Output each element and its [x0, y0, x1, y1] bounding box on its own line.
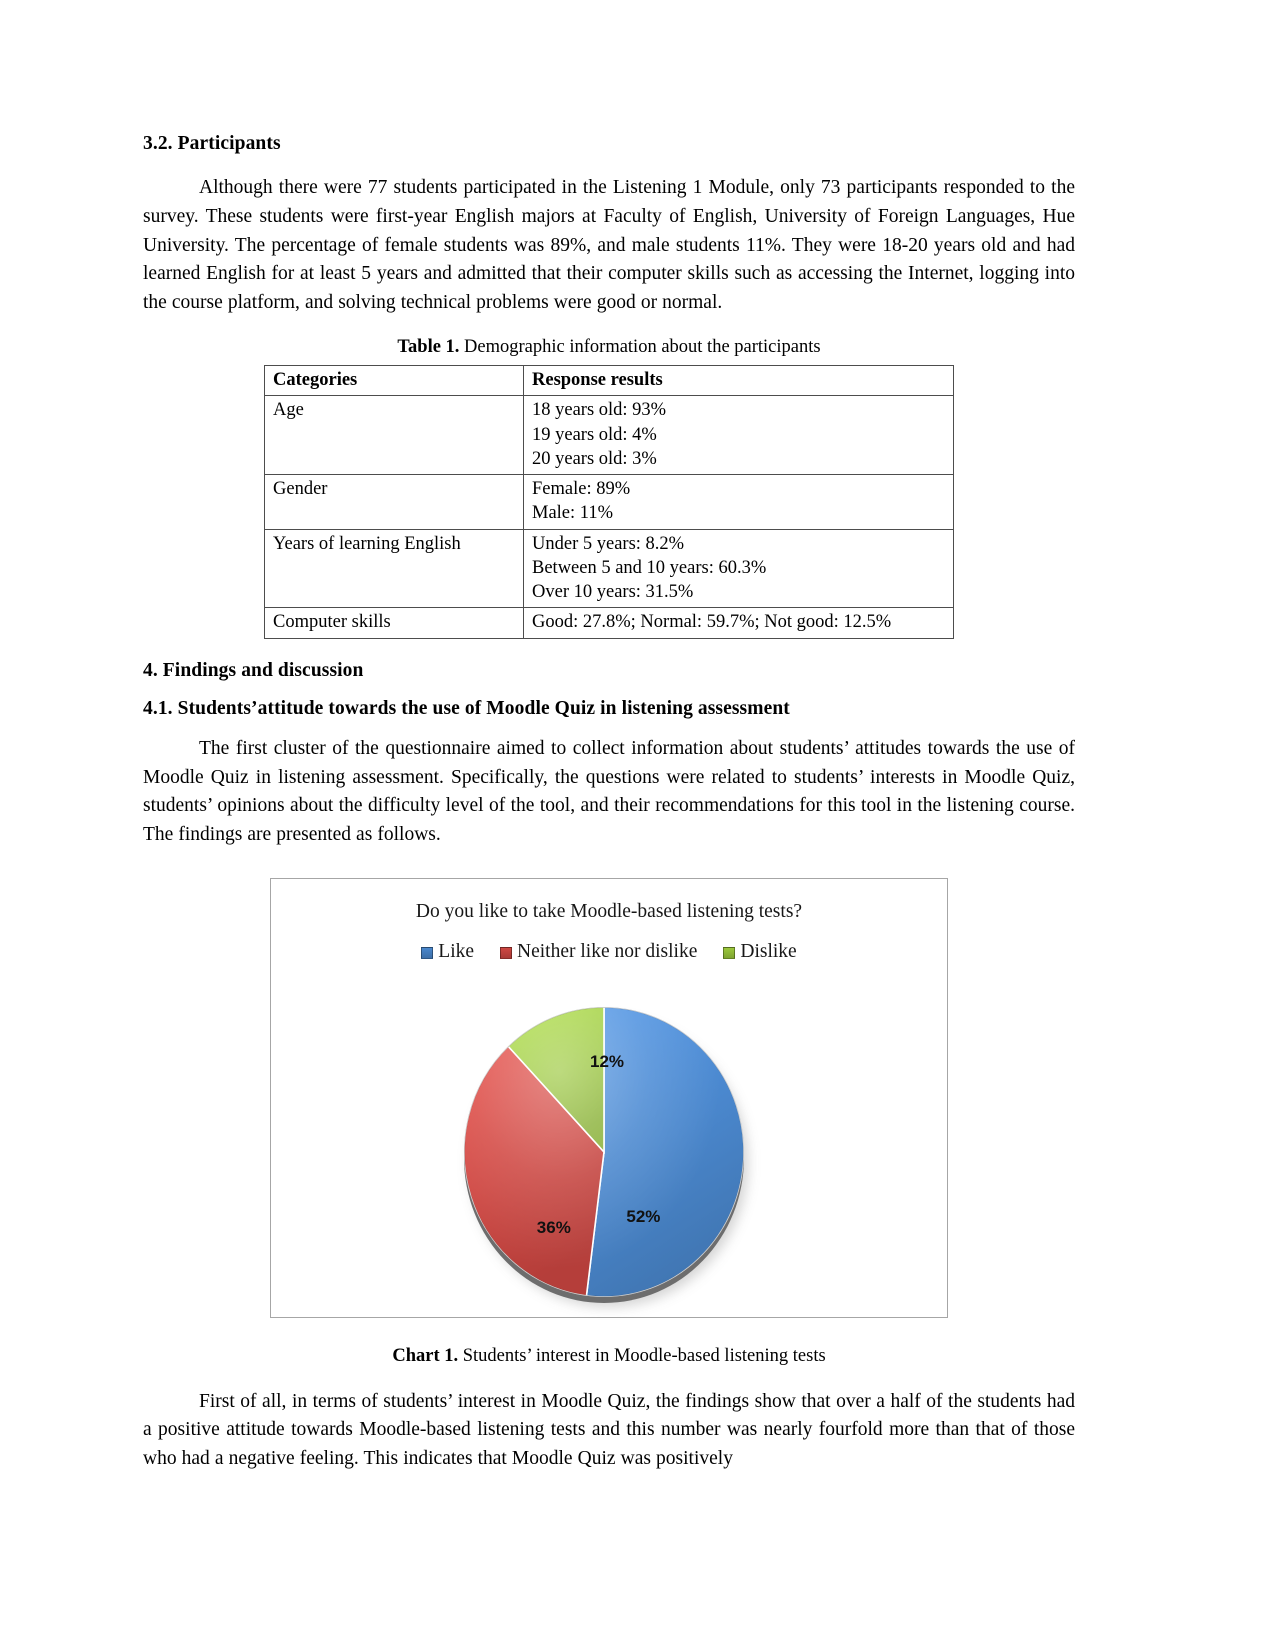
attitude-heading: 4.1. Students’attitude towards the use o… [143, 697, 790, 719]
table-body: Categories Response results Age 18 years… [264, 365, 954, 639]
chart-title: Do you like to take Moodle-based listeni… [415, 900, 803, 922]
table-cell-line: 18 years old: 93% [532, 400, 667, 421]
table-cell-values: Good: 27.8%; Normal: 59.7%; Not good: 12… [523, 607, 954, 639]
table-cell-values: Under 5 years: 8.2% Between 5 and 10 yea… [523, 528, 954, 609]
table-caption-text: Demographic information about the partic… [459, 337, 821, 358]
pie-data-label-like: 52% [626, 1206, 661, 1226]
legend-item-like: Like [421, 941, 474, 963]
closing-paragraph: First of all, in terms of students’ inte… [143, 1390, 1075, 1469]
chart-caption-text: Students’ interest in Moodle-based liste… [458, 1345, 826, 1366]
pie-slices [464, 1006, 744, 1297]
legend-label: Like [438, 940, 475, 962]
table-header-response: Response results [523, 365, 954, 397]
legend-swatch-icon [500, 946, 513, 959]
table-cell-category: Gender [264, 474, 524, 530]
page-content: 3.2. Participants Although there were 77… [143, 132, 1075, 1479]
table-cell-line: Male: 11% [532, 503, 614, 524]
chart-figure: Do you like to take Moodle-based listeni… [270, 877, 948, 1318]
table-cell-category: Computer skills [264, 607, 524, 639]
table-row: Age 18 years old: 93% 19 years old: 4% 2… [264, 395, 954, 476]
demographic-table: Categories Response results Age 18 years… [264, 365, 954, 639]
table-row: Computer skills Good: 27.8%; Normal: 59.… [264, 607, 954, 639]
findings-heading: 4. Findings and discussion [143, 659, 364, 681]
legend-label: Dislike [740, 940, 797, 962]
pie-data-label-neither: 36% [536, 1218, 571, 1238]
table-header-categories: Categories [264, 365, 524, 397]
table-cell-line: Over 10 years: 31.5% [532, 582, 694, 603]
table-caption: Table 1. Demographic information about t… [143, 335, 1075, 359]
pie-data-label-dislike: 12% [590, 1051, 625, 1071]
pie-chart: 52% 36% 12% [464, 1006, 754, 1307]
table-cell-line: Under 5 years: 8.2% [532, 533, 685, 554]
legend-swatch-icon [421, 946, 434, 959]
table-row: Years of learning English Under 5 years:… [264, 528, 954, 609]
table-caption-label: Table 1. [397, 337, 460, 358]
table-cell-line: Good: 27.8%; Normal: 59.7%; Not good: 12… [532, 612, 892, 633]
table-header-row: Categories Response results [264, 365, 954, 397]
table-cell-line: Female: 89% [532, 479, 631, 500]
table-cell-line: 19 years old: 4% [532, 424, 657, 445]
pie-slice [585, 1006, 744, 1297]
table-row: Gender Female: 89% Male: 11% [264, 474, 954, 530]
table-cell-values: 18 years old: 93% 19 years old: 4% 20 ye… [523, 395, 954, 476]
table-cell-values: Female: 89% Male: 11% [523, 474, 954, 530]
legend-swatch-icon [723, 946, 736, 959]
table-cell-line: 20 years old: 3% [532, 448, 657, 469]
attitude-paragraph: The first cluster of the questionnaire a… [143, 738, 1075, 846]
document-page: 3.2. Participants Although there were 77… [0, 0, 1274, 1649]
legend-item-dislike: Dislike [723, 940, 797, 963]
chart-caption: Chart 1. Students’ interest in Moodle-ba… [143, 1344, 1075, 1368]
legend-label: Neither like nor dislike [517, 940, 698, 962]
chart-legend: Like Neither like nor dislike Dislike [271, 941, 947, 963]
participants-heading: 3.2. Participants [143, 133, 281, 154]
chart-caption-label: Chart 1. [392, 1345, 459, 1366]
participants-paragraph: Although there were 77 students particip… [143, 177, 1075, 313]
table-cell-category: Years of learning English [264, 528, 524, 609]
legend-item-neither: Neither like nor dislike [500, 941, 697, 963]
table-cell-category: Age [264, 395, 524, 476]
table-cell-line: Between 5 and 10 years: 60.3% [532, 557, 767, 578]
